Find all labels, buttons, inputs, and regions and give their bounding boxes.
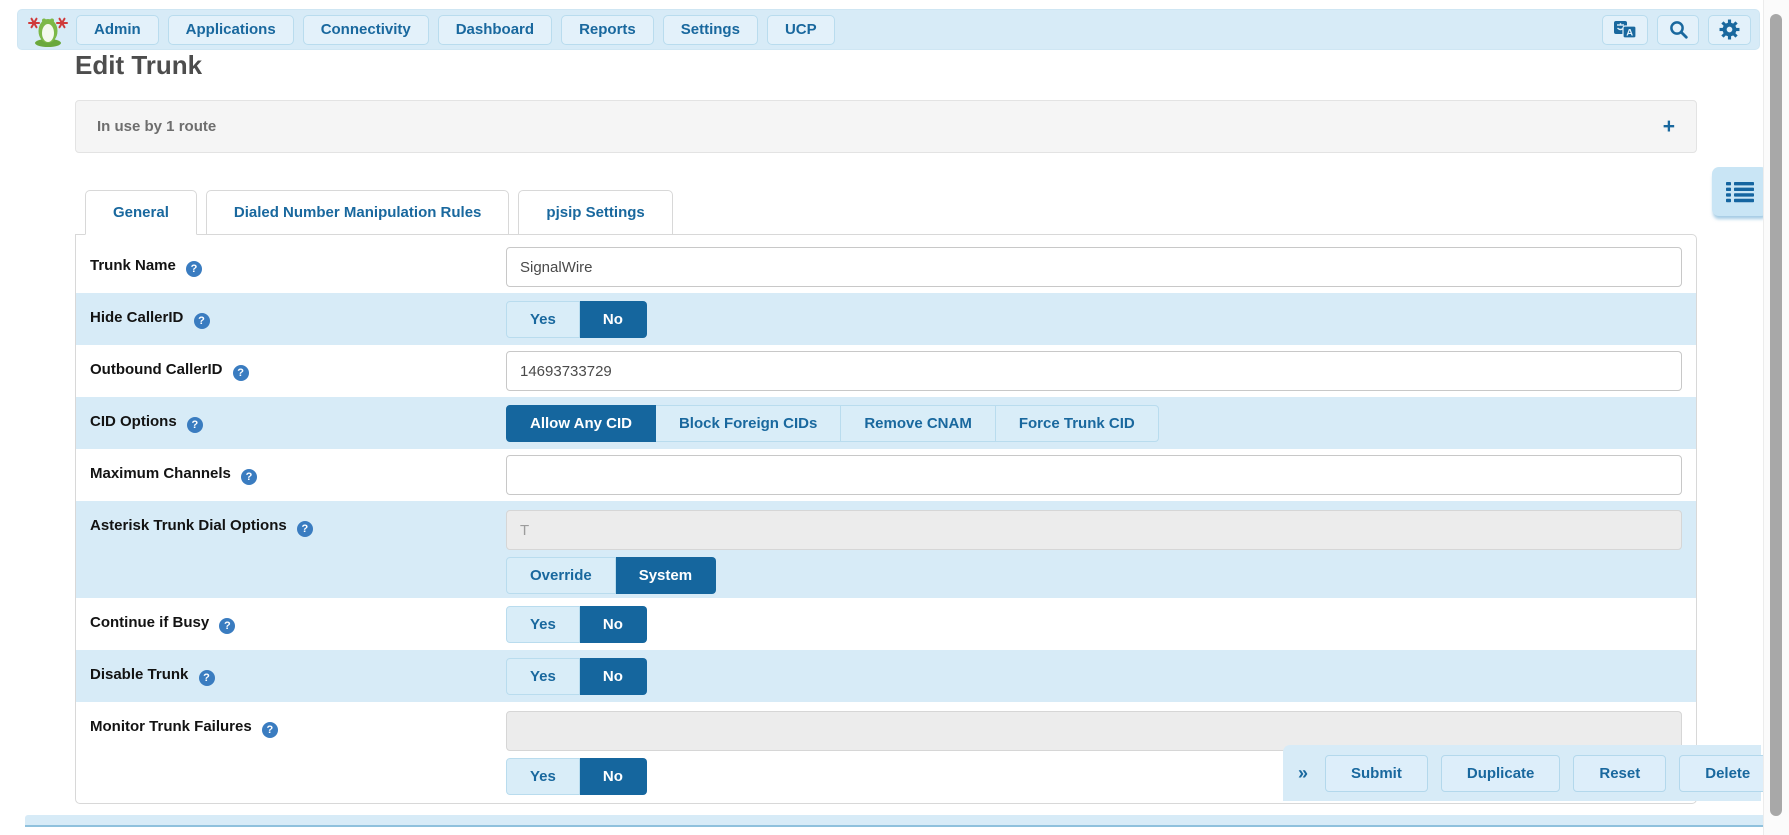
row-trunk-name: Trunk Name ? — [76, 241, 1696, 293]
label-text: CID Options — [90, 413, 177, 430]
cid-remove-cnam-button[interactable]: Remove CNAM — [841, 405, 996, 442]
topbar-right-group: A — [1593, 15, 1751, 45]
collapse-actions-icon[interactable]: » — [1298, 763, 1308, 784]
gear-icon — [1719, 19, 1740, 40]
trunk-name-label: Trunk Name ? — [76, 257, 506, 277]
tab-dialed-number-manipulation-rules[interactable]: Dialed Number Manipulation Rules — [206, 190, 510, 235]
bottom-bar — [25, 815, 1766, 827]
hide-callerid-label: Hide CallerID ? — [76, 309, 506, 329]
cid-block-foreign-button[interactable]: Block Foreign CIDs — [656, 405, 841, 442]
help-icon[interactable]: ? — [241, 469, 257, 485]
dial-options-toggle: Override System — [506, 557, 716, 594]
dial-options-label: Asterisk Trunk Dial Options ? — [76, 501, 506, 537]
scrollbar-thumb[interactable] — [1770, 14, 1782, 816]
outbound-callerid-label: Outbound CallerID ? — [76, 361, 506, 381]
monitor-trunk-failures-toggle: Yes No — [506, 758, 647, 795]
list-icon — [1726, 181, 1754, 203]
label-text: Continue if Busy — [90, 614, 209, 631]
label-text: Outbound CallerID — [90, 361, 223, 378]
nav-item-admin[interactable]: Admin — [76, 15, 159, 45]
nav-item-applications[interactable]: Applications — [168, 15, 294, 45]
label-text: Hide CallerID — [90, 309, 183, 326]
dial-options-system-button[interactable]: System — [616, 557, 716, 594]
settings-button[interactable] — [1708, 15, 1751, 45]
nav-item-dashboard[interactable]: Dashboard — [438, 15, 552, 45]
language-icon: A — [1613, 20, 1637, 39]
page-title: Edit Trunk — [75, 50, 202, 81]
usage-text: In use by 1 route — [97, 118, 216, 135]
tab-bar: General Dialed Number Manipulation Rules… — [85, 190, 682, 235]
row-dial-options: Asterisk Trunk Dial Options ? Override S… — [76, 501, 1696, 598]
help-icon[interactable]: ? — [219, 618, 235, 634]
continue-if-busy-toggle: Yes No — [506, 606, 647, 643]
help-icon[interactable]: ? — [194, 313, 210, 329]
row-hide-callerid: Hide CallerID ? Yes No — [76, 293, 1696, 345]
freepbx-frog-logo — [28, 13, 68, 47]
tab-pjsip-settings[interactable]: pjsip Settings — [518, 190, 672, 235]
tab-general[interactable]: General — [85, 190, 197, 235]
label-text: Asterisk Trunk Dial Options — [90, 517, 287, 534]
svg-text:A: A — [1626, 28, 1633, 39]
dial-options-override-button[interactable]: Override — [506, 557, 616, 594]
row-cid-options: CID Options ? Allow Any CID Block Foreig… — [76, 397, 1696, 449]
label-text: Disable Trunk — [90, 666, 188, 683]
help-icon[interactable]: ? — [186, 261, 202, 277]
continue-if-busy-no-button[interactable]: No — [580, 606, 647, 643]
search-button[interactable] — [1657, 15, 1699, 45]
monitor-failures-no-button[interactable]: No — [580, 758, 647, 795]
language-button[interactable]: A — [1602, 15, 1648, 45]
delete-button[interactable]: Delete — [1679, 755, 1776, 792]
continue-if-busy-yes-button[interactable]: Yes — [506, 606, 580, 643]
action-bar: » Submit Duplicate Reset Delete — [1283, 745, 1761, 801]
trunk-name-input[interactable] — [506, 247, 1682, 287]
help-icon[interactable]: ? — [187, 417, 203, 433]
nav-item-ucp[interactable]: UCP — [767, 15, 835, 45]
row-continue-if-busy: Continue if Busy ? Yes No — [76, 598, 1696, 650]
disable-trunk-no-button[interactable]: No — [580, 658, 647, 695]
nav-item-settings[interactable]: Settings — [663, 15, 758, 45]
disable-trunk-toggle: Yes No — [506, 658, 647, 695]
cid-force-trunk-button[interactable]: Force Trunk CID — [996, 405, 1159, 442]
help-icon[interactable]: ? — [199, 670, 215, 686]
hide-callerid-no-button[interactable]: No — [580, 301, 647, 338]
submit-button[interactable]: Submit — [1325, 755, 1428, 792]
usage-panel: In use by 1 route + — [75, 100, 1697, 153]
monitor-trunk-failures-label: Monitor Trunk Failures ? — [76, 702, 506, 738]
trunk-list-toggle-button[interactable] — [1712, 167, 1768, 216]
row-outbound-callerid: Outbound CallerID ? — [76, 345, 1696, 397]
cid-options-label: CID Options ? — [76, 413, 506, 433]
label-text: Maximum Channels — [90, 465, 231, 482]
nav-item-reports[interactable]: Reports — [561, 15, 654, 45]
nav-item-connectivity[interactable]: Connectivity — [303, 15, 429, 45]
help-icon[interactable]: ? — [262, 722, 278, 738]
label-text: Trunk Name — [90, 257, 176, 274]
general-tab-panel: Trunk Name ? Hide CallerID ? Yes No Outb… — [75, 234, 1697, 804]
dial-options-input — [506, 510, 1682, 550]
row-disable-trunk: Disable Trunk ? Yes No — [76, 650, 1696, 702]
outbound-callerid-input[interactable] — [506, 351, 1682, 391]
continue-if-busy-label: Continue if Busy ? — [76, 614, 506, 634]
maximum-channels-label: Maximum Channels ? — [76, 465, 506, 485]
help-icon[interactable]: ? — [233, 365, 249, 381]
scrollbar-track[interactable] — [1763, 0, 1789, 835]
maximum-channels-input[interactable] — [506, 455, 1682, 495]
search-icon — [1669, 20, 1688, 39]
disable-trunk-yes-button[interactable]: Yes — [506, 658, 580, 695]
hide-callerid-toggle: Yes No — [506, 301, 647, 338]
row-maximum-channels: Maximum Channels ? — [76, 449, 1696, 501]
reset-button[interactable]: Reset — [1573, 755, 1666, 792]
label-text: Monitor Trunk Failures — [90, 718, 252, 735]
duplicate-button[interactable]: Duplicate — [1441, 755, 1561, 792]
cid-allow-any-button[interactable]: Allow Any CID — [506, 405, 656, 442]
hide-callerid-yes-button[interactable]: Yes — [506, 301, 580, 338]
help-icon[interactable]: ? — [297, 521, 313, 537]
top-navbar: Admin Applications Connectivity Dashboar… — [17, 9, 1760, 50]
monitor-failures-yes-button[interactable]: Yes — [506, 758, 580, 795]
expand-plus-icon[interactable]: + — [1663, 116, 1675, 137]
cid-options-toggle: Allow Any CID Block Foreign CIDs Remove … — [506, 405, 1159, 442]
disable-trunk-label: Disable Trunk ? — [76, 666, 506, 686]
